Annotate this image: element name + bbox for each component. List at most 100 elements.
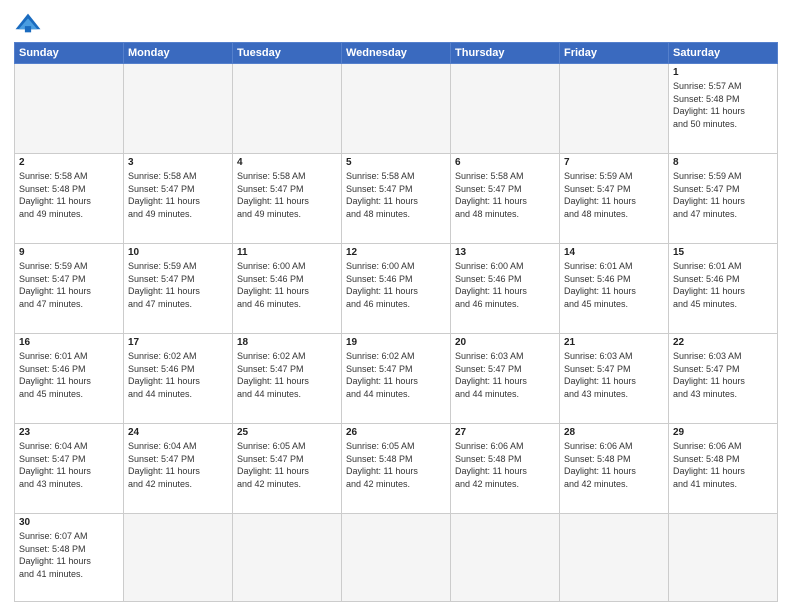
day-info: Sunrise: 6:04 AM Sunset: 5:47 PM Dayligh… [128,440,228,490]
calendar-cell: 24 Sunrise: 6:04 AM Sunset: 5:47 PM Dayli… [124,424,233,514]
day-info: Sunrise: 5:59 AM Sunset: 5:47 PM Dayligh… [128,260,228,310]
calendar-cell: 30 Sunrise: 6:07 AM Sunset: 5:48 PM Dayli… [15,514,124,602]
calendar-cell [233,64,342,154]
weekday-header-monday: Monday [124,43,233,64]
day-number: 16 [19,337,119,348]
day-info: Sunrise: 6:04 AM Sunset: 5:47 PM Dayligh… [19,440,119,490]
calendar-cell [560,64,669,154]
calendar-cell: 10 Sunrise: 5:59 AM Sunset: 5:47 PM Dayli… [124,244,233,334]
calendar-cell: 16 Sunrise: 6:01 AM Sunset: 5:46 PM Dayli… [15,334,124,424]
day-number: 13 [455,247,555,258]
day-number: 8 [673,157,773,168]
calendar-cell [451,64,560,154]
header [14,12,778,34]
day-info: Sunrise: 5:58 AM Sunset: 5:47 PM Dayligh… [455,170,555,220]
day-number: 10 [128,247,228,258]
weekday-header-wednesday: Wednesday [342,43,451,64]
calendar-cell: 18 Sunrise: 6:02 AM Sunset: 5:47 PM Dayli… [233,334,342,424]
calendar-cell: 4Sunrise: 5:58 AM Sunset: 5:47 PM Daylig… [233,154,342,244]
day-info: Sunrise: 5:59 AM Sunset: 5:47 PM Dayligh… [564,170,664,220]
logo-icon [14,12,42,34]
calendar-cell: 1 Sunrise: 5:57 AM Sunset: 5:48 PM Daylig… [669,64,778,154]
calendar-cell: 26 Sunrise: 6:05 AM Sunset: 5:48 PM Dayli… [342,424,451,514]
logo [14,12,46,34]
calendar-cell: 15 Sunrise: 6:01 AM Sunset: 5:46 PM Dayli… [669,244,778,334]
calendar-cell: 13 Sunrise: 6:00 AM Sunset: 5:46 PM Dayli… [451,244,560,334]
day-info: Sunrise: 6:02 AM Sunset: 5:46 PM Dayligh… [128,350,228,400]
day-number: 27 [455,427,555,438]
calendar-cell: 5 Sunrise: 5:58 AM Sunset: 5:47 PM Daylig… [342,154,451,244]
weekday-header-sunday: Sunday [15,43,124,64]
calendar-cell [342,64,451,154]
day-info: Sunrise: 6:06 AM Sunset: 5:48 PM Dayligh… [455,440,555,490]
calendar-cell: 29 Sunrise: 6:06 AM Sunset: 5:48 PM Dayli… [669,424,778,514]
weekday-header-tuesday: Tuesday [233,43,342,64]
day-info: Sunrise: 6:03 AM Sunset: 5:47 PM Dayligh… [455,350,555,400]
calendar-cell: 22 Sunrise: 6:03 AM Sunset: 5:47 PM Dayli… [669,334,778,424]
calendar-cell [124,514,233,602]
day-info: Sunrise: 5:58 AM Sunset: 5:47 PM Dayligh… [237,170,337,220]
calendar-cell [15,64,124,154]
day-info: Sunrise: 6:01 AM Sunset: 5:46 PM Dayligh… [564,260,664,310]
day-info: Sunrise: 6:03 AM Sunset: 5:47 PM Dayligh… [564,350,664,400]
day-info: Sunrise: 6:05 AM Sunset: 5:48 PM Dayligh… [346,440,446,490]
day-info: Sunrise: 5:59 AM Sunset: 5:47 PM Dayligh… [673,170,773,220]
day-info: Sunrise: 6:00 AM Sunset: 5:46 PM Dayligh… [237,260,337,310]
day-number: 26 [346,427,446,438]
calendar-cell: 14Sunrise: 6:01 AM Sunset: 5:46 PM Dayli… [560,244,669,334]
day-number: 6 [455,157,555,168]
calendar-cell: 17Sunrise: 6:02 AM Sunset: 5:46 PM Dayli… [124,334,233,424]
calendar-cell [669,514,778,602]
day-number: 1 [673,67,773,78]
day-info: Sunrise: 5:59 AM Sunset: 5:47 PM Dayligh… [19,260,119,310]
day-info: Sunrise: 6:07 AM Sunset: 5:48 PM Dayligh… [19,530,119,580]
weekday-header-saturday: Saturday [669,43,778,64]
page: SundayMondayTuesdayWednesdayThursdayFrid… [0,0,792,612]
day-number: 22 [673,337,773,348]
day-info: Sunrise: 6:01 AM Sunset: 5:46 PM Dayligh… [19,350,119,400]
day-number: 12 [346,247,446,258]
day-info: Sunrise: 6:02 AM Sunset: 5:47 PM Dayligh… [346,350,446,400]
day-number: 7 [564,157,664,168]
calendar-cell: 19 Sunrise: 6:02 AM Sunset: 5:47 PM Dayli… [342,334,451,424]
calendar-cell: 23Sunrise: 6:04 AM Sunset: 5:47 PM Dayli… [15,424,124,514]
day-number: 20 [455,337,555,348]
day-number: 15 [673,247,773,258]
calendar-cell: 21 Sunrise: 6:03 AM Sunset: 5:47 PM Dayli… [560,334,669,424]
day-info: Sunrise: 5:58 AM Sunset: 5:47 PM Dayligh… [128,170,228,220]
weekday-header-friday: Friday [560,43,669,64]
day-info: Sunrise: 6:00 AM Sunset: 5:46 PM Dayligh… [455,260,555,310]
calendar-cell: 11 Sunrise: 6:00 AM Sunset: 5:46 PM Dayli… [233,244,342,334]
day-number: 3 [128,157,228,168]
calendar-cell [451,514,560,602]
calendar-cell: 25 Sunrise: 6:05 AM Sunset: 5:47 PM Dayli… [233,424,342,514]
calendar-cell: 20 Sunrise: 6:03 AM Sunset: 5:47 PM Dayli… [451,334,560,424]
day-number: 5 [346,157,446,168]
day-info: Sunrise: 6:05 AM Sunset: 5:47 PM Dayligh… [237,440,337,490]
day-number: 2 [19,157,119,168]
day-number: 21 [564,337,664,348]
calendar-cell: 9Sunrise: 5:59 AM Sunset: 5:47 PM Daylig… [15,244,124,334]
calendar-cell [124,64,233,154]
day-info: Sunrise: 5:58 AM Sunset: 5:47 PM Dayligh… [346,170,446,220]
calendar-cell: 3 Sunrise: 5:58 AM Sunset: 5:47 PM Daylig… [124,154,233,244]
day-info: Sunrise: 6:03 AM Sunset: 5:47 PM Dayligh… [673,350,773,400]
day-number: 29 [673,427,773,438]
day-number: 24 [128,427,228,438]
day-number: 28 [564,427,664,438]
calendar-cell [342,514,451,602]
day-info: Sunrise: 5:57 AM Sunset: 5:48 PM Dayligh… [673,80,773,130]
calendar-cell: 27 Sunrise: 6:06 AM Sunset: 5:48 PM Dayli… [451,424,560,514]
day-number: 18 [237,337,337,348]
day-number: 11 [237,247,337,258]
day-number: 25 [237,427,337,438]
day-info: Sunrise: 6:02 AM Sunset: 5:47 PM Dayligh… [237,350,337,400]
calendar-cell: 7 Sunrise: 5:59 AM Sunset: 5:47 PM Daylig… [560,154,669,244]
calendar-cell: 8 Sunrise: 5:59 AM Sunset: 5:47 PM Daylig… [669,154,778,244]
day-number: 19 [346,337,446,348]
day-info: Sunrise: 6:01 AM Sunset: 5:46 PM Dayligh… [673,260,773,310]
calendar-cell: 12 Sunrise: 6:00 AM Sunset: 5:46 PM Dayli… [342,244,451,334]
day-number: 30 [19,517,119,528]
day-info: Sunrise: 6:06 AM Sunset: 5:48 PM Dayligh… [673,440,773,490]
day-info: Sunrise: 6:00 AM Sunset: 5:46 PM Dayligh… [346,260,446,310]
